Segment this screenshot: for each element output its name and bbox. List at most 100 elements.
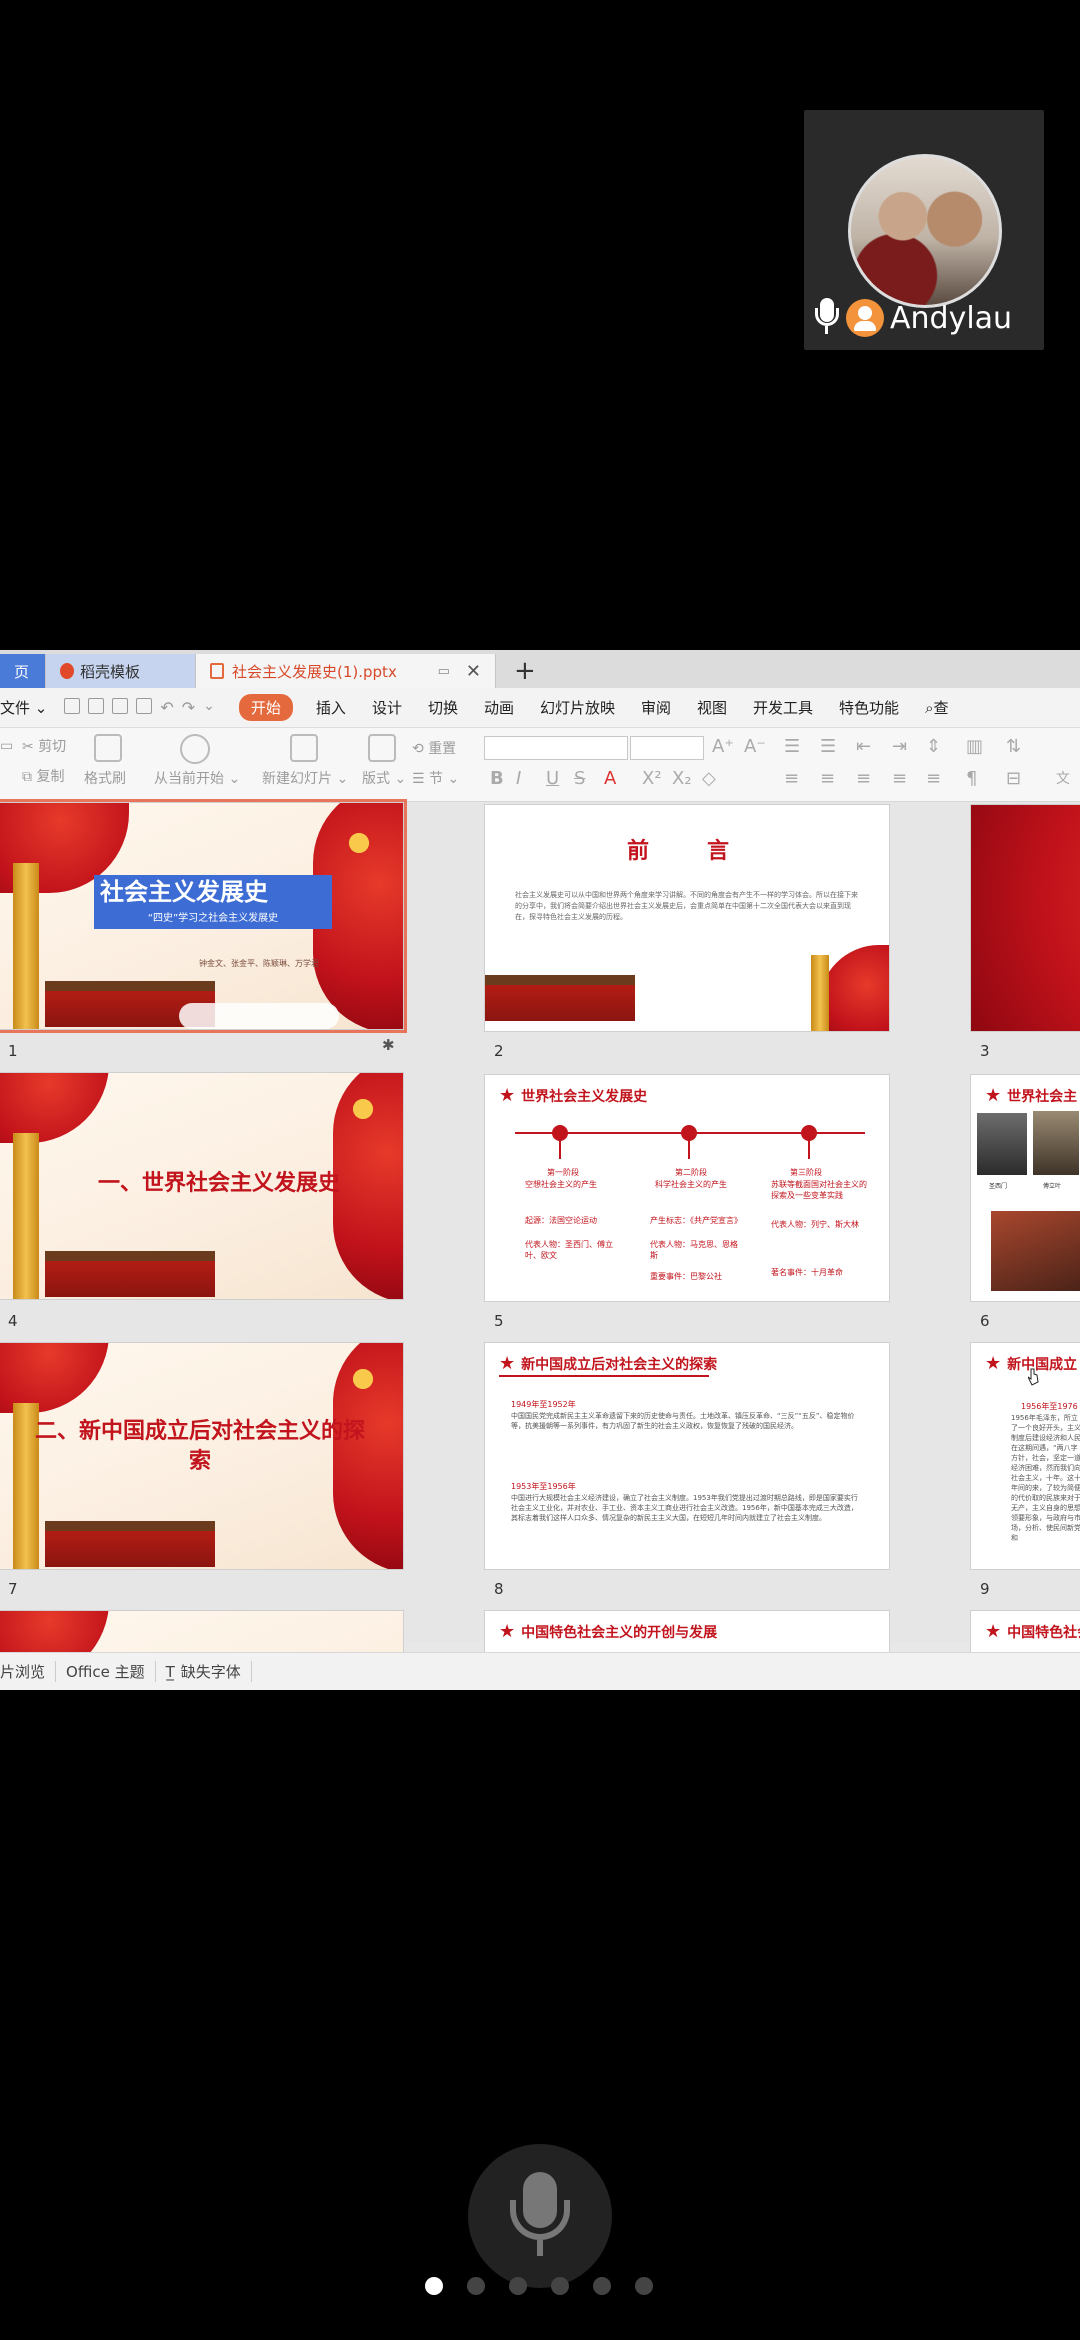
tab-bar: 页 稻壳模板 社会主义发展史(1).pptx ▭ ✕ + xyxy=(0,650,1080,688)
from-current-button[interactable]: 从当前开始 ⌄ xyxy=(154,768,240,788)
undo-icon[interactable]: ↶ xyxy=(160,698,173,717)
slide-number: 9 xyxy=(980,1580,990,1598)
menu-transition[interactable]: 切换 xyxy=(415,697,471,718)
bold-icon[interactable]: B xyxy=(490,768,504,789)
tab-pptx-file[interactable]: 社会主义发展史(1).pptx ▭ ✕ xyxy=(196,654,496,688)
cloud-decoration xyxy=(179,1003,339,1029)
menu-animation[interactable]: 动画 xyxy=(471,697,527,718)
slide-thumb-2[interactable]: 前 言 社会主义发展史可以从中国和世界两个角度来学习讲解。不同的角度会有产生不一… xyxy=(484,804,890,1032)
text-box-partial[interactable]: 文 xyxy=(1056,768,1070,788)
tiananmen-gate xyxy=(485,975,635,1021)
align-right-icon[interactable]: ≡ xyxy=(856,768,871,789)
slide-number: 5 xyxy=(494,1312,504,1330)
customize-icon[interactable]: ⌄ xyxy=(203,698,215,717)
menu-view[interactable]: 视图 xyxy=(684,697,740,718)
align-left-icon[interactable]: ≡ xyxy=(784,768,799,789)
timeline-stem xyxy=(808,1139,810,1159)
menu-special-features[interactable]: 特色功能 xyxy=(826,697,912,718)
mic-toggle-button[interactable] xyxy=(468,2144,612,2288)
status-bar: 片浏览 Office 主题 T̲ 缺失字体 xyxy=(0,1652,1080,1690)
ribbon: ▭ ✂ 剪切 ⧉ 复制 格式刷 从当前开始 ⌄ 新建幻灯片 ⌄ 版式 ⌄ ⟲ 重… xyxy=(0,728,1080,802)
clear-format-icon[interactable]: ◇ xyxy=(702,768,716,789)
section-button[interactable]: ☰ 节 ⌄ xyxy=(412,768,459,788)
menu-review[interactable]: 审阅 xyxy=(628,697,684,718)
missing-fonts-button[interactable]: T̲ 缺失字体 xyxy=(156,1661,252,1682)
underline-icon[interactable]: U xyxy=(546,768,559,789)
slide-title: ★ 新中国成立后对社会主义的探索 xyxy=(499,1353,718,1374)
menu-search[interactable]: ⌕查 xyxy=(912,697,961,718)
menu-file[interactable]: 文件 ⌄ xyxy=(0,697,60,718)
redo-icon[interactable]: ↷ xyxy=(182,698,195,717)
slide-number: 3 xyxy=(980,1042,990,1060)
distribute-icon[interactable]: ≡ xyxy=(926,768,941,789)
slide-thumb-3[interactable] xyxy=(970,804,1080,1032)
copy-button[interactable]: ⧉ 复制 xyxy=(22,766,64,786)
decrease-indent-icon[interactable]: ⇤ xyxy=(856,736,871,757)
page-dot[interactable] xyxy=(425,2277,443,2295)
menu-design[interactable]: 设计 xyxy=(359,697,415,718)
slide-thumb-9[interactable]: ★ 新中国成立 1956年至1976 1956年毛泽东，所立了一个良好开头，主义制… xyxy=(970,1342,1080,1570)
page-dot[interactable] xyxy=(467,2277,485,2295)
slide-number: 1 xyxy=(8,1042,18,1060)
justify-icon[interactable]: ≡ xyxy=(892,768,907,789)
slide-thumb-5[interactable]: ★ 世界社会主义发展史 第一阶段 空想社会主义的产生 起源：法国空论运动 代表人物… xyxy=(484,1074,890,1302)
line-spacing-icon[interactable]: ⇕ xyxy=(926,736,941,757)
slide-sorter-label[interactable]: 片浏览 xyxy=(0,1661,57,1682)
theme-label[interactable]: Office 主题 xyxy=(56,1661,156,1682)
reset-button[interactable]: ⟲ 重置 xyxy=(412,738,456,758)
new-slide-button[interactable]: 新建幻灯片 ⌄ xyxy=(262,768,348,788)
font-family-select[interactable] xyxy=(484,736,628,760)
page-dot[interactable] xyxy=(593,2277,611,2295)
new-tab-button[interactable]: + xyxy=(514,654,536,688)
font-color-icon[interactable]: A xyxy=(604,768,616,789)
increase-indent-icon[interactable]: ⇥ xyxy=(892,736,907,757)
export-icon[interactable] xyxy=(88,698,105,714)
page-dot[interactable] xyxy=(635,2277,653,2295)
grow-font-icon[interactable]: A⁺ xyxy=(712,736,734,757)
participant-tile[interactable]: Andylau xyxy=(804,110,1044,350)
menu-insert[interactable]: 插入 xyxy=(303,697,359,718)
print-icon[interactable] xyxy=(112,698,129,714)
period-text: 中国进行大规模社会主义经济建设，确立了社会主义制度。1953年我们党提出过渡时期… xyxy=(511,1494,858,1522)
menu-slideshow[interactable]: 幻灯片放映 xyxy=(527,697,628,718)
period-text: 中国国民党完成新民主主义革命遗留下来的历史使命与责任。土地改革、镇压反革命、“三… xyxy=(511,1412,855,1430)
page-dot[interactable] xyxy=(551,2277,569,2295)
menu-developer[interactable]: 开发工具 xyxy=(740,697,826,718)
numbering-icon[interactable]: ☰ xyxy=(820,736,836,757)
slide-thumb-6[interactable]: ★ 世界社会主 圣西门 傅立叶 xyxy=(970,1074,1080,1302)
paragraph-icon[interactable]: ¶ xyxy=(966,768,977,789)
italic-icon[interactable]: I xyxy=(516,768,521,789)
slide-title: 前 言 xyxy=(626,839,747,864)
shrink-font-icon[interactable]: A⁻ xyxy=(744,736,766,757)
columns-icon[interactable]: ▥ xyxy=(966,736,983,757)
format-painter-button[interactable]: 格式刷 xyxy=(84,768,126,788)
slide-thumb-8[interactable]: ★ 新中国成立后对社会主义的探索 1949年至1952年 中国国民党完成新民主主义… xyxy=(484,1342,890,1570)
save-icon[interactable] xyxy=(64,698,81,714)
subscript-icon[interactable]: X₂ xyxy=(672,768,692,789)
slide-thumb-7[interactable]: 二、新中国成立后对社会主义的探索 xyxy=(0,1342,404,1570)
text-direction-icon[interactable]: ⇅ xyxy=(1006,736,1021,757)
slide-thumb-1[interactable]: 社会主义发展史 “四史”学习之社会主义发展史 钟金文、张金平、陈颖琳、万学君 xyxy=(0,799,407,1033)
tab-home[interactable]: 页 xyxy=(0,654,46,688)
menu-home[interactable]: 开始 xyxy=(238,694,293,721)
cut-button[interactable]: ✂ 剪切 xyxy=(22,736,66,756)
page-dot[interactable] xyxy=(509,2277,527,2295)
close-tab-icon[interactable]: ✕ xyxy=(466,661,481,682)
paste-partial[interactable]: ▭ xyxy=(0,738,13,754)
strikethrough-icon[interactable]: S xyxy=(574,768,585,789)
bullets-icon[interactable]: ☰ xyxy=(784,736,800,757)
layout-button[interactable]: 版式 ⌄ xyxy=(362,768,406,788)
timeline-stem xyxy=(559,1139,561,1159)
stage-2-name: 第二阶段 xyxy=(675,1168,707,1177)
preview-icon[interactable] xyxy=(136,698,153,714)
shared-screen[interactable]: 页 稻壳模板 社会主义发展史(1).pptx ▭ ✕ + 文件 ⌄ ↶ ↷ ⌄ … xyxy=(0,650,1080,1690)
slide-number: 8 xyxy=(494,1580,504,1598)
text-align-icon[interactable]: ⊟ xyxy=(1006,768,1021,789)
tab-options-icon[interactable]: ▭ xyxy=(438,664,450,679)
superscript-icon[interactable]: X² xyxy=(642,768,662,789)
align-center-icon[interactable]: ≡ xyxy=(820,768,835,789)
font-size-select[interactable] xyxy=(630,736,704,760)
tab-docer-templates[interactable]: 稻壳模板 xyxy=(46,654,196,688)
slide-number: 7 xyxy=(8,1580,18,1598)
slide-thumb-4[interactable]: 一、世界社会主义发展史 xyxy=(0,1072,404,1300)
